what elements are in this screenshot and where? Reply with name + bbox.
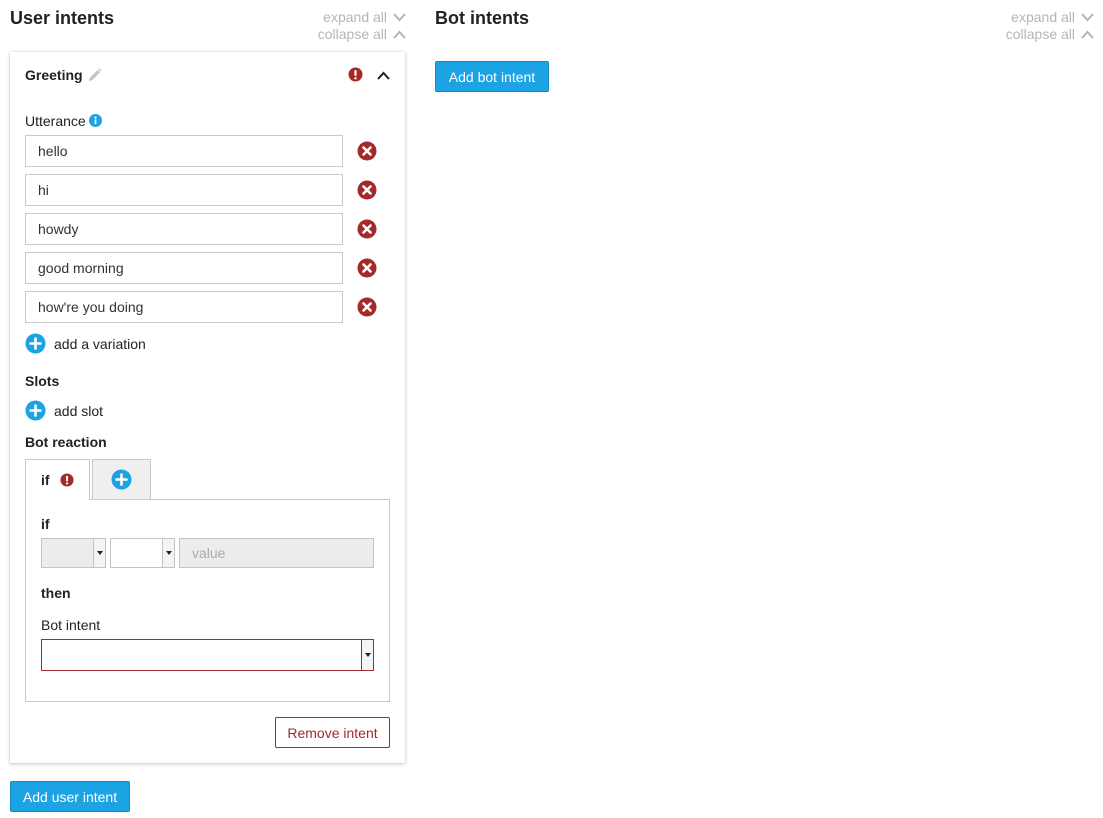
expand-all-label: expand all bbox=[323, 9, 387, 25]
plus-circle-icon bbox=[25, 400, 46, 421]
info-icon[interactable] bbox=[89, 114, 102, 127]
user-expand-all-link[interactable]: expand all bbox=[323, 9, 406, 25]
dropdown-arrow-icon bbox=[361, 640, 373, 670]
if-label: if bbox=[41, 516, 50, 532]
bot-intents-title: Bot intents bbox=[435, 8, 529, 28]
value-input[interactable]: value bbox=[179, 538, 374, 568]
collapse-card-icon[interactable] bbox=[377, 71, 390, 80]
bot-expand-all-link[interactable]: expand all bbox=[1011, 9, 1094, 25]
utterance-input[interactable]: how're you doing bbox=[25, 291, 343, 323]
then-label: then bbox=[41, 585, 71, 601]
collapse-all-label: collapse all bbox=[317, 26, 387, 42]
remove-utterance-icon[interactable] bbox=[357, 141, 377, 161]
error-icon bbox=[348, 67, 363, 82]
add-variation-label: add a variation bbox=[54, 335, 146, 352]
remove-utterance-icon[interactable] bbox=[357, 297, 377, 317]
utterance-input[interactable]: hello bbox=[25, 135, 343, 167]
operator-select[interactable] bbox=[110, 538, 175, 568]
chevron-down-icon bbox=[1081, 12, 1094, 21]
pencil-icon[interactable] bbox=[87, 68, 102, 83]
plus-circle-icon bbox=[111, 469, 132, 490]
add-slot-button[interactable]: add slot bbox=[25, 400, 103, 421]
intent-name: Greeting bbox=[25, 67, 83, 83]
user-intents-title: User intents bbox=[10, 8, 115, 28]
bot-intent-select[interactable] bbox=[41, 639, 374, 671]
add-user-intent-button[interactable]: Add user intent bbox=[10, 781, 130, 812]
utterance-label: Utterance bbox=[25, 113, 86, 129]
slots-label: Slots bbox=[25, 373, 60, 389]
slot-select[interactable] bbox=[41, 538, 106, 568]
error-icon bbox=[60, 473, 74, 487]
bot-intent-label: Bot intent bbox=[41, 617, 101, 633]
add-bot-intent-button[interactable]: Add bot intent bbox=[435, 61, 549, 92]
tab-if-label: if bbox=[41, 472, 50, 488]
utterance-input[interactable]: howdy bbox=[25, 213, 343, 245]
chevron-up-icon bbox=[1081, 30, 1094, 39]
bot-reaction-label: Bot reaction bbox=[25, 434, 107, 450]
utterance-input[interactable]: good morning bbox=[25, 252, 343, 284]
tab-if[interactable]: if bbox=[25, 459, 90, 500]
collapse-all-label: collapse all bbox=[1005, 26, 1075, 42]
plus-circle-icon bbox=[25, 333, 46, 354]
add-variation-button[interactable]: add a variation bbox=[25, 333, 146, 354]
add-slot-label: add slot bbox=[54, 402, 104, 419]
tab-add-condition[interactable] bbox=[92, 459, 151, 499]
utterance-input[interactable]: hi bbox=[25, 174, 343, 206]
condition-panel bbox=[25, 499, 390, 702]
user-collapse-all-link[interactable]: collapse all bbox=[318, 26, 406, 42]
dropdown-arrow-icon bbox=[162, 539, 174, 567]
remove-utterance-icon[interactable] bbox=[357, 180, 377, 200]
remove-utterance-icon[interactable] bbox=[357, 219, 377, 239]
dropdown-arrow-icon bbox=[93, 539, 105, 567]
chevron-up-icon bbox=[393, 30, 406, 39]
bot-collapse-all-link[interactable]: collapse all bbox=[1006, 26, 1094, 42]
expand-all-label: expand all bbox=[1011, 9, 1075, 25]
chevron-down-icon bbox=[393, 12, 406, 21]
remove-utterance-icon[interactable] bbox=[357, 258, 377, 278]
remove-intent-button[interactable]: Remove intent bbox=[275, 717, 390, 748]
value-placeholder: value bbox=[192, 545, 226, 561]
